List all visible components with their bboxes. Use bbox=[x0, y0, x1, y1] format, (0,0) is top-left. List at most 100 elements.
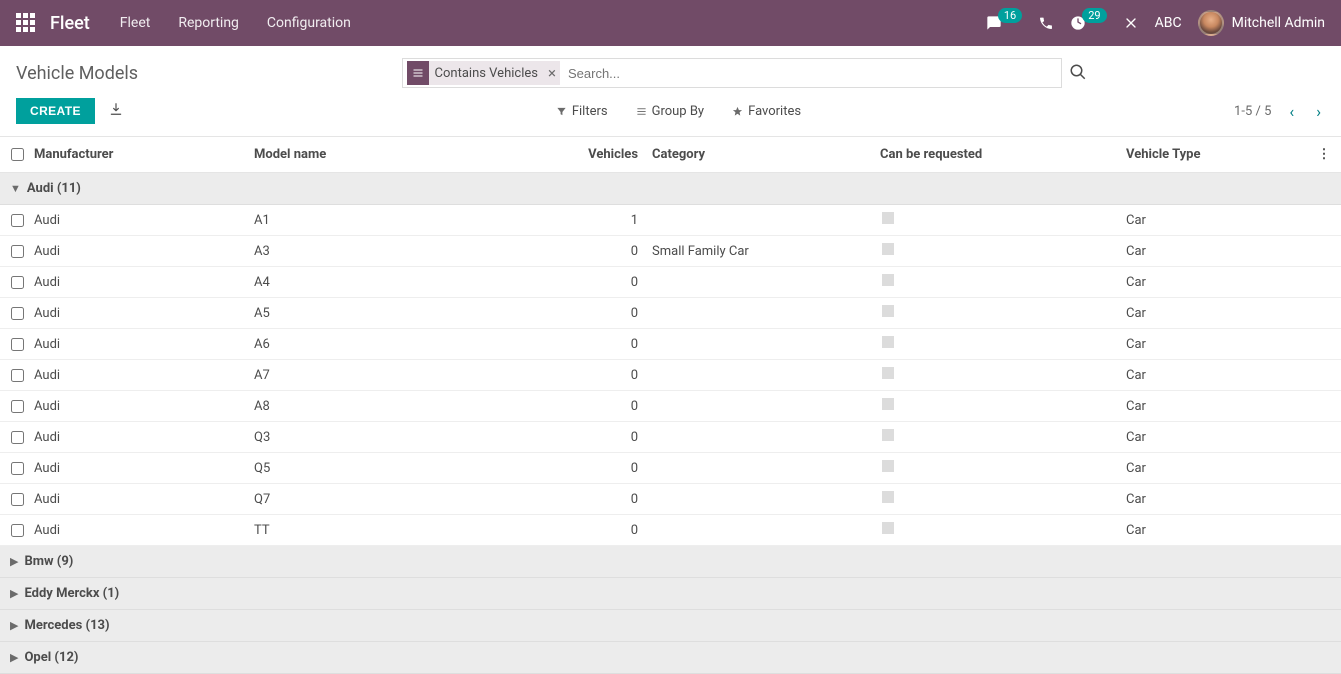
col-vehicles[interactable]: Vehicles bbox=[564, 147, 644, 162]
group-name: Audi (11) bbox=[27, 181, 81, 196]
checkbox-indicator bbox=[882, 522, 894, 534]
table-row[interactable]: AudiA40Car bbox=[0, 267, 1341, 298]
checkbox-indicator bbox=[882, 274, 894, 286]
search-box[interactable]: Contains Vehicles × bbox=[402, 58, 1062, 88]
col-manufacturer[interactable]: Manufacturer bbox=[34, 147, 254, 162]
checkbox-indicator bbox=[882, 429, 894, 441]
cell-category: Small Family Car bbox=[644, 244, 880, 259]
row-checkbox[interactable] bbox=[11, 400, 24, 413]
groupby-button[interactable]: Group By bbox=[636, 104, 705, 119]
cell-vehicle-type: Car bbox=[1126, 244, 1306, 259]
table-row[interactable]: AudiA50Car bbox=[0, 298, 1341, 329]
table-row[interactable]: AudiA60Car bbox=[0, 329, 1341, 360]
row-checkbox[interactable] bbox=[11, 245, 24, 258]
cell-vehicle-type: Car bbox=[1126, 492, 1306, 507]
facet-remove[interactable]: × bbox=[544, 61, 560, 85]
app-brand[interactable]: Fleet bbox=[50, 13, 90, 34]
favorites-label: Favorites bbox=[748, 104, 801, 119]
row-checkbox[interactable] bbox=[11, 493, 24, 506]
groupby-label: Group By bbox=[652, 104, 705, 119]
search-input[interactable] bbox=[564, 66, 1057, 81]
create-button[interactable]: CREATE bbox=[16, 98, 95, 124]
checkbox-indicator bbox=[882, 243, 894, 255]
control-panel: Vehicle Models Contains Vehicles × CREAT… bbox=[0, 46, 1341, 137]
checkbox-indicator bbox=[882, 460, 894, 472]
group-row[interactable]: ▶Bmw (9) bbox=[0, 546, 1341, 578]
table-row[interactable]: AudiQ70Car bbox=[0, 484, 1341, 515]
cell-can-requested bbox=[880, 460, 1126, 476]
table-row[interactable]: AudiA70Car bbox=[0, 360, 1341, 391]
nav-reporting[interactable]: Reporting bbox=[178, 15, 239, 31]
filter-facet-icon bbox=[407, 61, 429, 85]
cell-can-requested bbox=[880, 274, 1126, 290]
row-checkbox[interactable] bbox=[11, 524, 24, 537]
import-button[interactable] bbox=[109, 102, 123, 120]
cell-model: A6 bbox=[254, 337, 564, 352]
cell-model: Q3 bbox=[254, 430, 564, 445]
row-checkbox[interactable] bbox=[11, 307, 24, 320]
pager-text: 1-5 / 5 bbox=[1234, 104, 1271, 119]
nav-configuration[interactable]: Configuration bbox=[267, 15, 351, 31]
group-name: Mercedes (13) bbox=[24, 618, 109, 633]
row-checkbox[interactable] bbox=[11, 462, 24, 475]
cell-vehicles: 0 bbox=[564, 461, 644, 476]
checkbox-indicator bbox=[882, 305, 894, 317]
row-checkbox[interactable] bbox=[11, 431, 24, 444]
table-row[interactable]: AudiA80Car bbox=[0, 391, 1341, 422]
group-row[interactable]: ▼Audi (11) bbox=[0, 173, 1341, 205]
group-row[interactable]: ▶Mercedes (13) bbox=[0, 610, 1341, 642]
cell-can-requested bbox=[880, 305, 1126, 321]
col-optional-menu[interactable]: ⋮ bbox=[1306, 147, 1341, 162]
checkbox-indicator bbox=[882, 398, 894, 410]
cell-vehicle-type: Car bbox=[1126, 368, 1306, 383]
cell-manufacturer: Audi bbox=[34, 461, 254, 476]
close-tray-icon[interactable] bbox=[1123, 15, 1139, 31]
cell-manufacturer: Audi bbox=[34, 275, 254, 290]
cell-vehicles: 0 bbox=[564, 430, 644, 445]
cell-manufacturer: Audi bbox=[34, 399, 254, 414]
table-row[interactable]: AudiQ50Car bbox=[0, 453, 1341, 484]
row-checkbox[interactable] bbox=[11, 369, 24, 382]
pager-prev[interactable]: ‹ bbox=[1285, 102, 1298, 121]
cell-manufacturer: Audi bbox=[34, 306, 254, 321]
cell-vehicles: 0 bbox=[564, 492, 644, 507]
row-checkbox[interactable] bbox=[11, 214, 24, 227]
row-checkbox[interactable] bbox=[11, 338, 24, 351]
list-header: Manufacturer Model name Vehicles Categor… bbox=[0, 137, 1341, 173]
table-row[interactable]: AudiQ30Car bbox=[0, 422, 1341, 453]
row-checkbox[interactable] bbox=[11, 276, 24, 289]
phone-icon[interactable] bbox=[1038, 15, 1054, 31]
group-row[interactable]: ▶Opel (12) bbox=[0, 642, 1341, 674]
table-row[interactable]: AudiTT0Car bbox=[0, 515, 1341, 546]
activities-icon[interactable]: 29 bbox=[1070, 15, 1106, 31]
favorites-button[interactable]: Favorites bbox=[732, 104, 801, 119]
user-menu[interactable]: Mitchell Admin bbox=[1198, 10, 1325, 36]
cell-can-requested bbox=[880, 398, 1126, 414]
select-all-checkbox[interactable] bbox=[11, 148, 24, 161]
group-name: Eddy Merckx (1) bbox=[24, 586, 119, 601]
apps-icon[interactable] bbox=[16, 13, 36, 33]
col-vehicle-type[interactable]: Vehicle Type bbox=[1126, 147, 1306, 162]
search-icon[interactable] bbox=[1069, 63, 1087, 85]
cell-can-requested bbox=[880, 491, 1126, 507]
cell-manufacturer: Audi bbox=[34, 523, 254, 538]
col-category[interactable]: Category bbox=[644, 147, 880, 162]
col-can-requested[interactable]: Can be requested bbox=[880, 147, 1126, 162]
cell-vehicle-type: Car bbox=[1126, 306, 1306, 321]
company-switcher[interactable]: ABC bbox=[1155, 15, 1182, 31]
cell-can-requested bbox=[880, 212, 1126, 228]
cell-model: A3 bbox=[254, 244, 564, 259]
cell-can-requested bbox=[880, 522, 1126, 538]
cell-model: A4 bbox=[254, 275, 564, 290]
nav-fleet[interactable]: Fleet bbox=[120, 15, 151, 31]
table-row[interactable]: AudiA11Car bbox=[0, 205, 1341, 236]
group-row[interactable]: ▶Eddy Merckx (1) bbox=[0, 578, 1341, 610]
page-title: Vehicle Models bbox=[16, 63, 138, 84]
cell-model: A7 bbox=[254, 368, 564, 383]
cell-vehicle-type: Car bbox=[1126, 275, 1306, 290]
pager-next[interactable]: › bbox=[1312, 102, 1325, 121]
col-model[interactable]: Model name bbox=[254, 147, 564, 162]
table-row[interactable]: AudiA30Small Family CarCar bbox=[0, 236, 1341, 267]
filters-button[interactable]: Filters bbox=[556, 104, 608, 119]
discuss-icon[interactable]: 16 bbox=[986, 15, 1022, 31]
